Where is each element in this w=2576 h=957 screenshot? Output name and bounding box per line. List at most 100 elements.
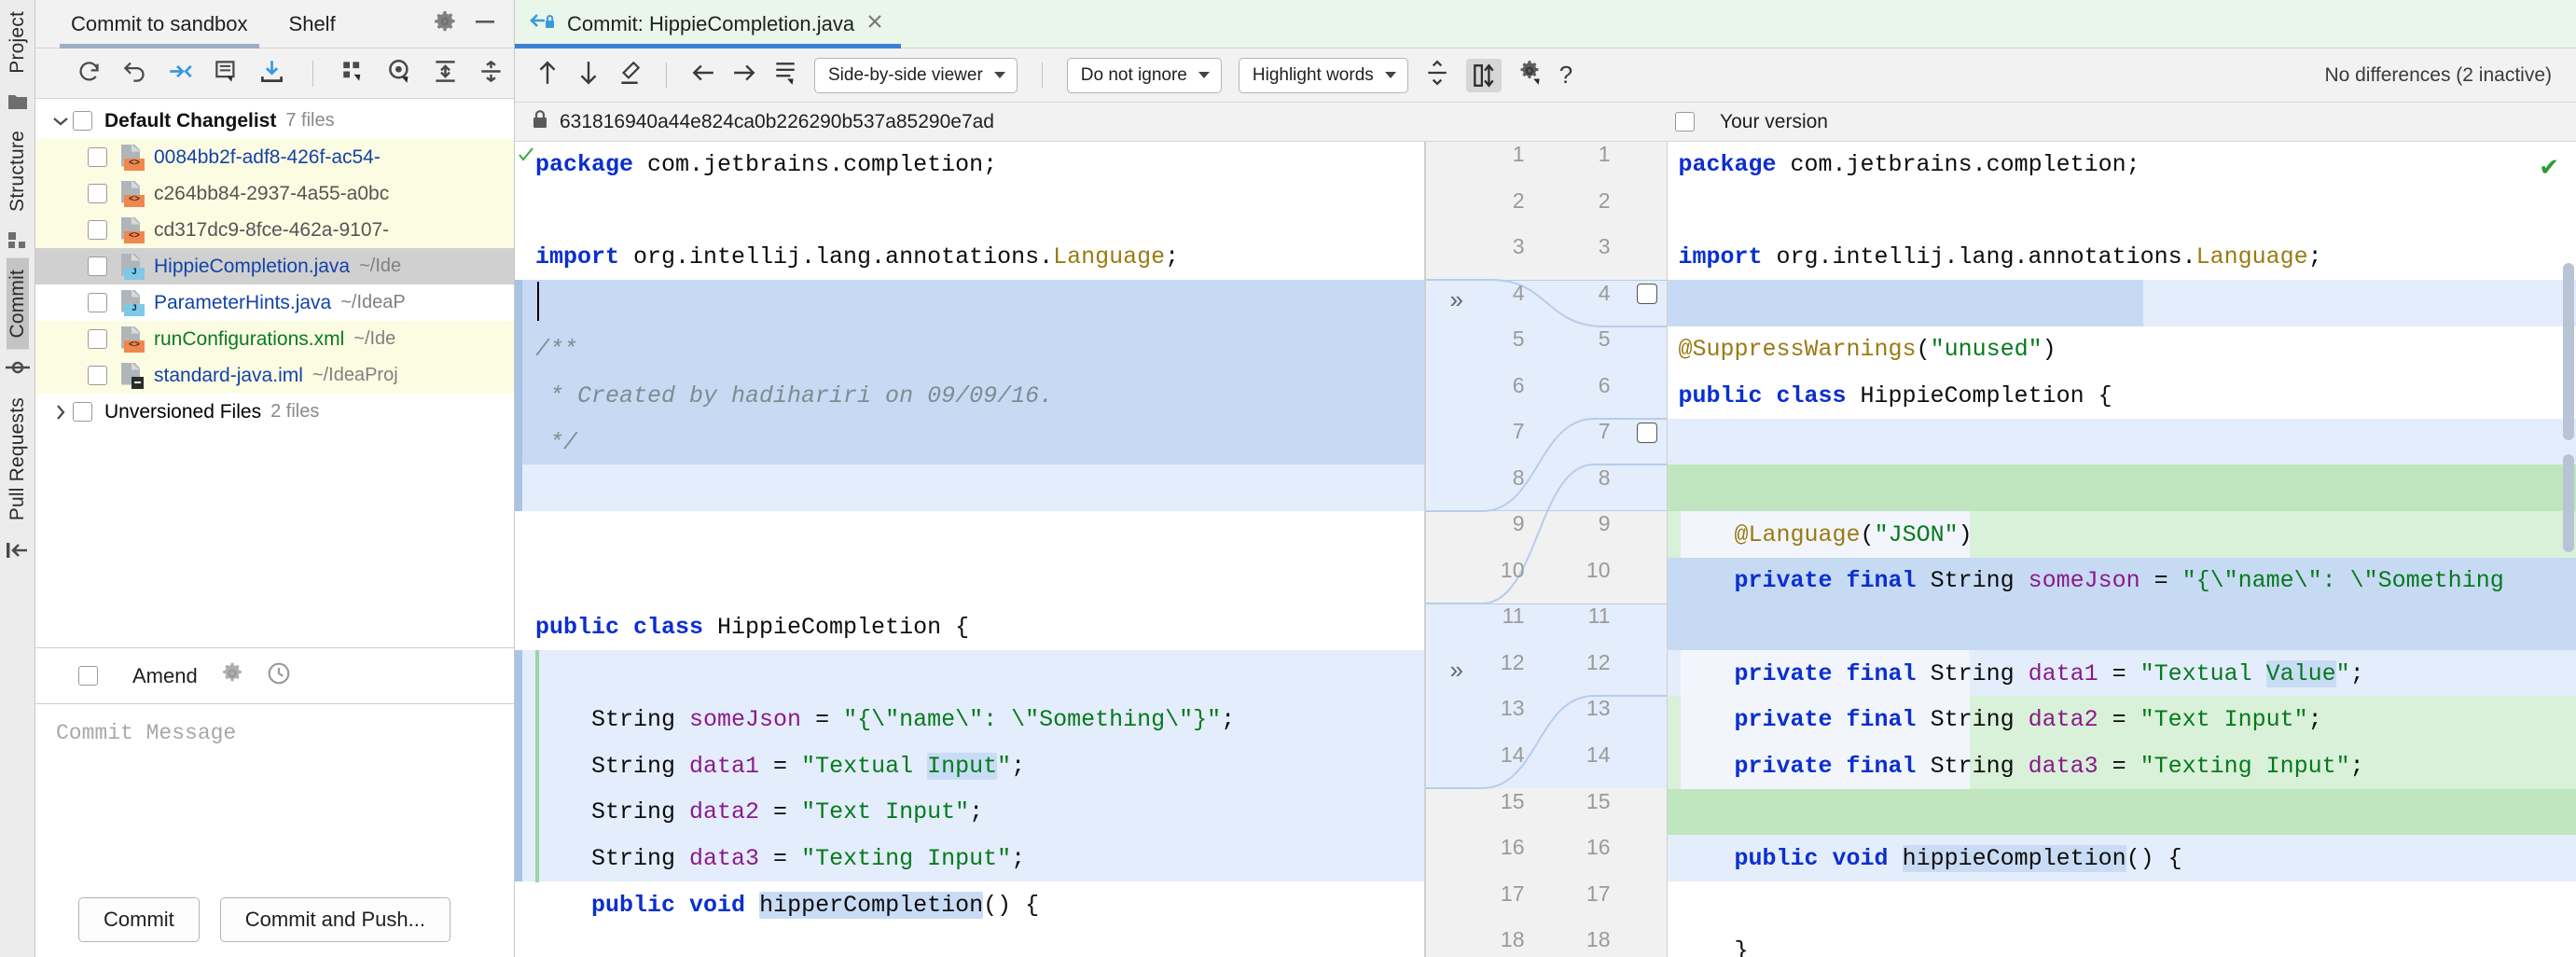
collapse-all-icon[interactable] bbox=[478, 59, 504, 89]
file-name: cd317dc9-8fce-462a-9107- bbox=[154, 219, 389, 242]
tool-window-strip: Project Structure Commit Pull Requests bbox=[0, 0, 35, 957]
preview-diff-icon[interactable] bbox=[387, 59, 412, 89]
amend-checkbox[interactable] bbox=[78, 666, 98, 686]
list-item[interactable]: standard-java.iml ~/IdeaProj bbox=[35, 357, 514, 394]
gear-icon[interactable] bbox=[434, 10, 456, 37]
list-item[interactable]: <> c264bb84-2937-4a55-a0bc bbox=[35, 175, 514, 212]
chevron-right-icon[interactable] bbox=[48, 404, 73, 421]
code-line: public class HippieCompletion { bbox=[1668, 373, 2576, 420]
sync-scroll-icon[interactable] bbox=[1466, 59, 1502, 92]
line-number-left: 4 bbox=[1478, 281, 1525, 306]
line-number-right: 4 bbox=[1564, 281, 1611, 306]
whitespace-icon[interactable] bbox=[773, 60, 797, 90]
your-version-checkbox[interactable] bbox=[1675, 112, 1695, 132]
commit-and-push-button[interactable]: Commit and Push... bbox=[220, 897, 450, 942]
commit-message-field[interactable]: Commit Message bbox=[35, 703, 514, 882]
rollback-icon[interactable] bbox=[122, 59, 147, 89]
line-number-right: 3 bbox=[1564, 234, 1611, 259]
code-line: @Language("JSON") bbox=[1668, 512, 2576, 559]
changelist-title: Default Changelist bbox=[104, 110, 276, 132]
line-number-right: 9 bbox=[1564, 511, 1611, 536]
unversioned-files-row[interactable]: Unversioned Files 2 files bbox=[35, 394, 514, 430]
edit-source-icon[interactable] bbox=[617, 60, 642, 90]
editor-tabbar: Commit: HippieCompletion.java bbox=[515, 0, 2576, 49]
file-checkbox[interactable] bbox=[88, 366, 107, 385]
java-file-icon: J bbox=[119, 290, 144, 316]
changes-tree[interactable]: Default Changelist 7 files <> 0084bb2f-a… bbox=[35, 99, 514, 430]
accept-change-chevron-icon[interactable]: » bbox=[1450, 658, 1463, 682]
collapse-unchanged-icon[interactable] bbox=[1425, 60, 1449, 90]
help-icon[interactable]: ? bbox=[1559, 61, 1572, 90]
line-number-right: 15 bbox=[1564, 789, 1611, 814]
line-number-right: 10 bbox=[1564, 558, 1611, 583]
xml-file-icon: <> bbox=[119, 217, 144, 243]
file-checkbox[interactable] bbox=[88, 147, 107, 167]
commit-buttons-bar: Commit Commit and Push... bbox=[35, 882, 514, 957]
chevron-down-icon[interactable] bbox=[48, 116, 73, 127]
group-by-icon[interactable] bbox=[341, 59, 367, 89]
file-name: runConfigurations.xml bbox=[154, 328, 344, 351]
list-item[interactable]: <> runConfigurations.xml ~/Ide bbox=[35, 321, 514, 357]
expand-all-icon[interactable] bbox=[433, 59, 458, 89]
history-icon[interactable] bbox=[267, 661, 291, 690]
tool-tab-project[interactable]: Project bbox=[7, 0, 29, 85]
file-checkbox[interactable] bbox=[88, 329, 107, 349]
list-item-hippiecompletion[interactable]: J HippieCompletion.java ~/Ide bbox=[35, 248, 514, 284]
tab-shelf[interactable]: Shelf bbox=[269, 0, 356, 49]
tool-tab-commit[interactable]: Commit bbox=[7, 258, 29, 350]
line-number-right: 1 bbox=[1564, 142, 1611, 167]
list-item[interactable]: <> 0084bb2f-adf8-426f-ac54- bbox=[35, 139, 514, 175]
changelist-count: 7 files bbox=[285, 110, 334, 132]
refresh-icon[interactable] bbox=[76, 59, 102, 89]
accept-left-icon[interactable] bbox=[691, 61, 715, 90]
ignore-mode-dropdown[interactable]: Do not ignore bbox=[1067, 58, 1222, 93]
close-icon[interactable] bbox=[866, 12, 884, 36]
line-number-right: 2 bbox=[1564, 188, 1611, 214]
download-icon[interactable] bbox=[259, 59, 284, 89]
editor-tab-commit-hippiecompletion[interactable]: Commit: HippieCompletion.java bbox=[515, 0, 901, 49]
code-line bbox=[1668, 281, 2576, 327]
message-icon[interactable] bbox=[214, 59, 239, 89]
tab-commit-to-sandbox-label: Commit to sandbox bbox=[71, 12, 248, 36]
settings-icon[interactable] bbox=[1518, 60, 1543, 90]
list-item[interactable]: <> cd317dc9-8fce-462a-9107- bbox=[35, 212, 514, 248]
file-path: ~/IdeaProj bbox=[312, 365, 398, 386]
right-diff-pane[interactable]: ✔ package com.jetbrains.completion; impo… bbox=[1668, 142, 2576, 957]
tool-tab-structure[interactable]: Structure bbox=[7, 119, 29, 223]
list-item[interactable]: J ParameterHints.java ~/IdeaP bbox=[35, 284, 514, 321]
code-line: /** bbox=[515, 326, 1424, 373]
gear-icon[interactable] bbox=[220, 661, 244, 690]
line-number-left: 7 bbox=[1478, 419, 1525, 444]
file-checkbox[interactable] bbox=[88, 257, 107, 276]
file-checkbox[interactable] bbox=[88, 293, 107, 312]
highlight-mode-dropdown[interactable]: Highlight words bbox=[1239, 58, 1408, 93]
viewer-mode-dropdown[interactable]: Side-by-side viewer bbox=[814, 58, 1018, 93]
unversioned-title: Unversioned Files bbox=[104, 401, 261, 423]
code-line: String data3 = "Texting Input"; bbox=[515, 836, 1424, 882]
code-line: * Created by hadihariri on 09/09/16. bbox=[515, 373, 1424, 420]
accept-change-chevron-icon[interactable]: » bbox=[1450, 287, 1463, 312]
unversioned-checkbox[interactable] bbox=[73, 402, 92, 422]
line-number-right: 11 bbox=[1564, 603, 1611, 629]
minimize-icon[interactable] bbox=[473, 10, 497, 37]
diff-gutter[interactable]: 1 2 3 4 5 6 7 8 9 10 11 12 13 14 15 16 1… bbox=[1425, 142, 1668, 957]
change-checkbox[interactable] bbox=[1637, 284, 1657, 304]
viewer-mode-label: Side-by-side viewer bbox=[828, 65, 983, 86]
tab-commit-to-sandbox[interactable]: Commit to sandbox bbox=[50, 0, 269, 49]
next-difference-icon[interactable] bbox=[576, 60, 601, 90]
left-version-header: 631816940a44e824ca0b226290b537a85290e7ad bbox=[515, 109, 1433, 135]
file-checkbox[interactable] bbox=[88, 220, 107, 240]
previous-difference-icon[interactable] bbox=[535, 60, 560, 90]
change-checkbox[interactable] bbox=[1637, 423, 1657, 443]
changelist-checkbox[interactable] bbox=[73, 111, 92, 131]
changelist-default-row[interactable]: Default Changelist 7 files bbox=[35, 103, 514, 139]
show-diff-icon[interactable] bbox=[168, 59, 193, 89]
tool-tab-pull-requests[interactable]: Pull Requests bbox=[7, 386, 29, 532]
file-checkbox[interactable] bbox=[88, 184, 107, 203]
commit-button[interactable]: Commit bbox=[78, 897, 200, 942]
code-line bbox=[1668, 604, 2576, 651]
accept-right-icon[interactable] bbox=[732, 61, 756, 90]
line-number-right: 5 bbox=[1564, 326, 1611, 352]
highlight-mode-label: Highlight words bbox=[1253, 65, 1374, 86]
left-diff-pane[interactable]: package com.jetbrains.completion; import… bbox=[515, 142, 1425, 957]
